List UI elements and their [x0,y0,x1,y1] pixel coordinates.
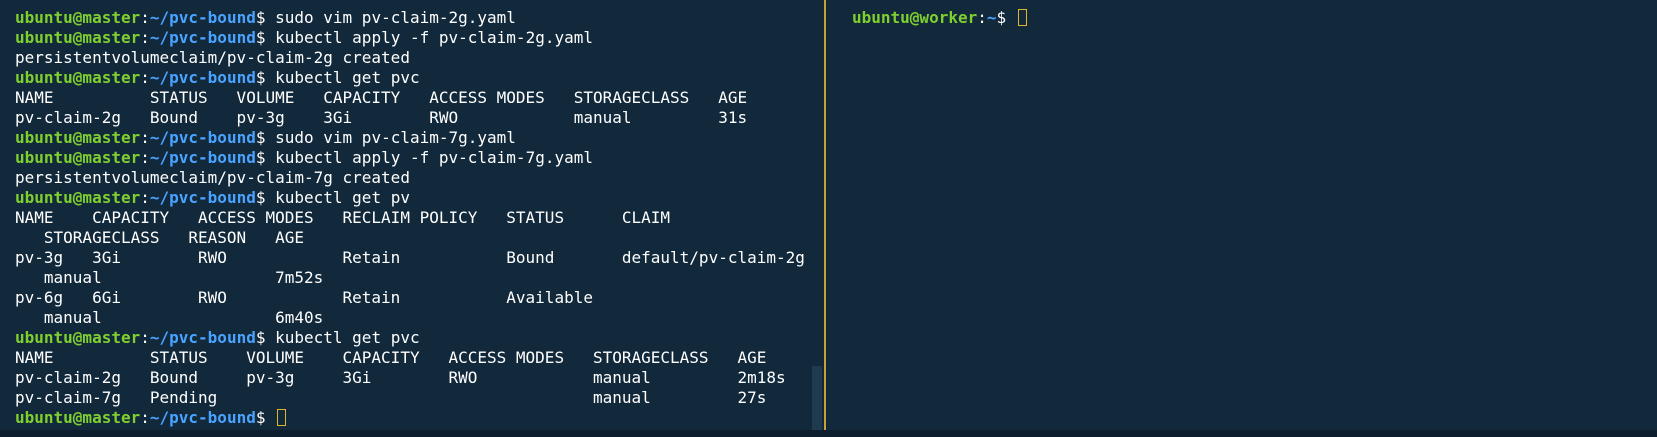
prompt-line: ubuntu@master:~/pvc-bound$ kubectl get p… [15,188,805,208]
prompt-dollar: $ [996,8,1016,27]
prompt-user: ubuntu@master [15,408,141,427]
output-line: manual 7m52s [15,268,805,288]
prompt-separator: : [140,68,150,87]
prompt-path: ~/pvc-bound [149,148,256,167]
prompt-separator: : [140,148,150,167]
prompt-user: ubuntu@master [15,68,141,87]
prompt-line: ubuntu@master:~/pvc-bound$ kubectl get p… [15,328,805,348]
prompt-dollar: $ [255,128,276,147]
prompt-path: ~/pvc-bound [149,128,256,147]
prompt-separator: : [977,8,987,27]
prompt-dollar: $ [255,8,276,27]
output-text: NAME STATUS VOLUME CAPACITY ACCESS MODES… [15,348,767,367]
prompt-path: ~/pvc-bound [149,68,256,87]
prompt-separator: : [140,28,150,47]
output-line: persistentvolumeclaim/pv-claim-2g create… [15,48,805,68]
command-text: sudo vim pv-claim-7g.yaml [275,128,516,147]
prompt-separator: : [140,328,150,347]
scrollbar-thumb[interactable] [812,366,822,430]
scrollbar[interactable] [812,0,822,430]
terminal-pane-worker[interactable]: ubuntu@worker:~$ [826,0,1657,437]
command-text: kubectl get pvc [275,68,420,87]
command-text: kubectl apply -f pv-claim-7g.yaml [275,148,593,167]
prompt-line: ubuntu@master:~/pvc-bound$ sudo vim pv-c… [15,8,805,28]
prompt-line: ubuntu@master:~/pvc-bound$ kubectl apply… [15,28,805,48]
output-text: pv-claim-7g Pending manual 27s [15,388,767,407]
output-text: pv-6g 6Gi RWO Retain Available [15,288,593,307]
prompt-user: ubuntu@master [15,328,141,347]
terminal-output: ubuntu@master:~/pvc-bound$ sudo vim pv-c… [15,8,805,428]
prompt-separator: : [140,8,150,27]
prompt-dollar: $ [255,328,276,347]
output-line: pv-3g 3Gi RWO Retain Bound default/pv-cl… [15,248,805,268]
prompt-user: ubuntu@master [15,148,141,167]
output-text: NAME STATUS VOLUME CAPACITY ACCESS MODES… [15,88,748,107]
prompt-separator: : [140,128,150,147]
command-text: kubectl apply -f pv-claim-2g.yaml [275,28,593,47]
prompt-user: ubuntu@master [15,188,141,207]
output-text: manual 7m52s [15,268,324,287]
output-line: STORAGECLASS REASON AGE [15,228,805,248]
cursor[interactable] [1017,9,1027,26]
prompt-dollar: $ [255,408,276,427]
output-text: persistentvolumeclaim/pv-claim-7g create… [15,168,410,187]
prompt-dollar: $ [255,148,276,167]
prompt-path: ~/pvc-bound [149,28,256,47]
output-text: manual 6m40s [15,308,324,327]
prompt-path: ~ [986,8,997,27]
output-line: NAME CAPACITY ACCESS MODES RECLAIM POLIC… [15,208,805,228]
output-line: persistentvolumeclaim/pv-claim-7g create… [15,168,805,188]
output-line: pv-6g 6Gi RWO Retain Available [15,288,805,308]
prompt-dollar: $ [255,188,276,207]
output-text: STORAGECLASS REASON AGE [15,228,304,247]
prompt-path: ~/pvc-bound [149,188,256,207]
terminal-output: ubuntu@worker:~$ [852,8,1027,28]
output-line: pv-claim-7g Pending manual 27s [15,388,805,408]
prompt-line: ubuntu@master:~/pvc-bound$ [15,408,805,428]
output-text: persistentvolumeclaim/pv-claim-2g create… [15,48,410,67]
prompt-line: ubuntu@master:~/pvc-bound$ kubectl get p… [15,68,805,88]
command-text: kubectl get pvc [275,328,420,347]
output-text: pv-claim-2g Bound pv-3g 3Gi RWO manual 3… [15,108,748,127]
output-line: manual 6m40s [15,308,805,328]
command-text: sudo vim pv-claim-2g.yaml [275,8,516,27]
prompt-user: ubuntu@master [15,128,141,147]
terminal-window: ubuntu@master:~/pvc-bound$ sudo vim pv-c… [0,0,1657,437]
prompt-user: ubuntu@worker [852,8,978,27]
prompt-separator: : [140,408,150,427]
terminal-pane-master[interactable]: ubuntu@master:~/pvc-bound$ sudo vim pv-c… [0,0,824,437]
prompt-line: ubuntu@master:~/pvc-bound$ kubectl apply… [15,148,805,168]
prompt-line: ubuntu@worker:~$ [852,8,1027,28]
prompt-path: ~/pvc-bound [149,328,256,347]
prompt-user: ubuntu@master [15,28,141,47]
output-text: pv-claim-2g Bound pv-3g 3Gi RWO manual 2… [15,368,786,387]
prompt-line: ubuntu@master:~/pvc-bound$ sudo vim pv-c… [15,128,805,148]
output-line: NAME STATUS VOLUME CAPACITY ACCESS MODES… [15,348,805,368]
prompt-user: ubuntu@master [15,8,141,27]
prompt-dollar: $ [255,28,276,47]
command-text: kubectl get pv [275,188,410,207]
prompt-path: ~/pvc-bound [149,408,256,427]
prompt-dollar: $ [255,68,276,87]
prompt-separator: : [140,188,150,207]
status-strip [0,430,1657,437]
output-text: NAME CAPACITY ACCESS MODES RECLAIM POLIC… [15,208,671,227]
output-text: pv-3g 3Gi RWO Retain Bound default/pv-cl… [15,248,805,267]
output-line: NAME STATUS VOLUME CAPACITY ACCESS MODES… [15,88,805,108]
cursor[interactable] [277,409,287,426]
output-line: pv-claim-2g Bound pv-3g 3Gi RWO manual 3… [15,108,805,128]
output-line: pv-claim-2g Bound pv-3g 3Gi RWO manual 2… [15,368,805,388]
prompt-path: ~/pvc-bound [149,8,256,27]
